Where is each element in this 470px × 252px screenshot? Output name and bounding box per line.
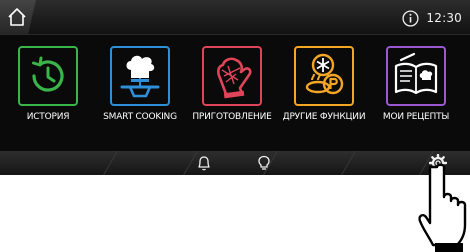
tile-cooking[interactable]: ПРИГОТОВЛЕНИЕ — [192, 42, 282, 138]
pointing-hand-icon — [418, 163, 467, 252]
tile-history-label: ИСТОРИЯ — [26, 112, 70, 122]
tile-other-functions-box[interactable] — [294, 46, 354, 106]
oven-mitt-icon — [217, 57, 252, 99]
bottom-bar — [0, 151, 470, 175]
lightbulb-icon[interactable] — [255, 154, 273, 172]
home-icon[interactable] — [6, 6, 28, 28]
recipe-book-icon — [394, 52, 438, 95]
top-bar: 12:30 — [0, 0, 470, 35]
tile-other-functions-label: ДРУГИЕ ФУНКЦИИ — [282, 112, 366, 122]
clock: 12:30 — [426, 11, 462, 25]
function-tiles: ИСТОРИЯ SMART COOKING ПРИГОТОВЛЕНИЕ ДРУГ… — [8, 42, 464, 138]
other-functions-icon — [305, 53, 344, 95]
tile-my-recipes-box[interactable] — [386, 46, 446, 106]
status-area: 12:30 — [402, 8, 462, 28]
history-icon — [32, 56, 64, 92]
bell-icon[interactable] — [195, 154, 213, 172]
page: 12:30 ИСТОРИЯ SMART COOKING ПРИГОТОВЛЕНИ… — [0, 0, 470, 252]
tile-smart-cooking-box[interactable] — [110, 46, 170, 106]
control-panel-screen: 12:30 ИСТОРИЯ SMART COOKING ПРИГОТОВЛЕНИ… — [0, 0, 470, 175]
tile-smart-cooking-label: SMART COOKING — [103, 112, 177, 122]
bottom-bar-segment — [0, 151, 118, 175]
tile-cooking-label: ПРИГОТОВЛЕНИЕ — [192, 112, 272, 122]
tile-my-recipes-label: МОИ РЕЦЕПТЫ — [382, 112, 450, 122]
tile-smart-cooking[interactable]: SMART COOKING — [100, 42, 190, 138]
tile-my-recipes[interactable]: МОИ РЕЦЕПТЫ — [376, 42, 466, 138]
info-icon[interactable] — [402, 9, 419, 27]
tile-history-box[interactable] — [18, 46, 78, 106]
tile-cooking-box[interactable] — [202, 46, 262, 106]
chef-hat-icon — [120, 55, 160, 98]
tile-other-functions[interactable]: ДРУГИЕ ФУНКЦИИ — [283, 42, 374, 138]
tile-history[interactable]: ИСТОРИЯ — [8, 42, 98, 138]
